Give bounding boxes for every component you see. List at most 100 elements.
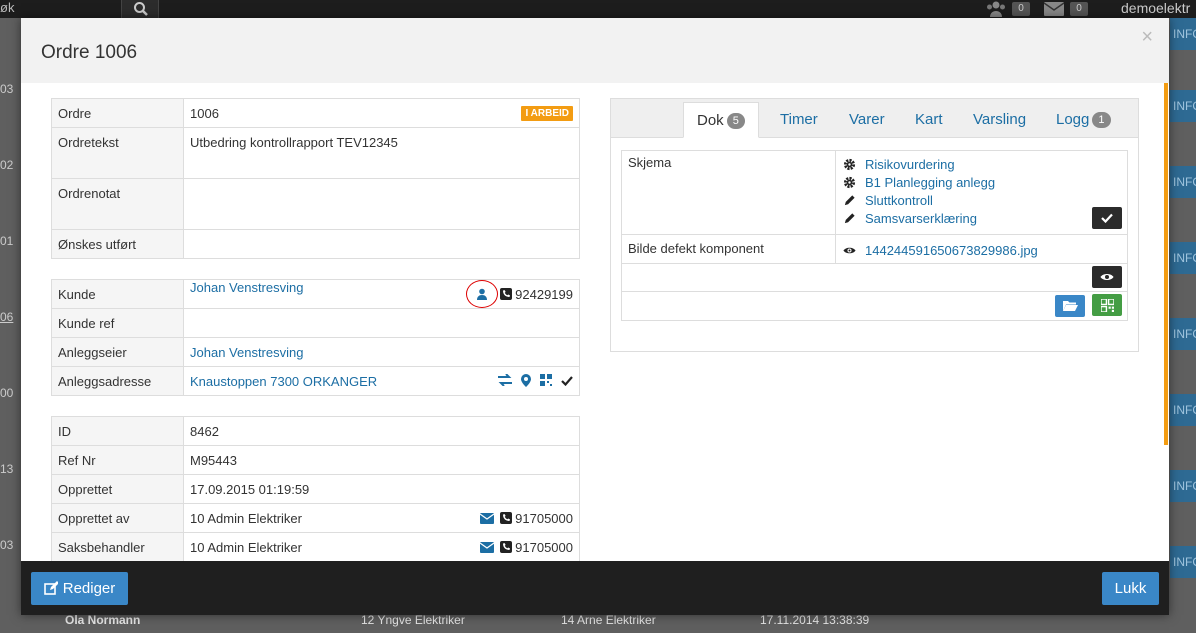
doc-category-label: Skjema bbox=[621, 150, 836, 235]
field-label: ID bbox=[51, 416, 184, 446]
created-by: 10 Admin Elektriker bbox=[190, 510, 302, 526]
phone-icon[interactable] bbox=[500, 512, 513, 524]
modal-title: Ordre 1006 bbox=[41, 42, 138, 63]
tab-bar: Dok 5 Timer Varer Kart Varsling Logg 1 bbox=[611, 99, 1138, 138]
info-button[interactable]: INFO bbox=[1170, 18, 1196, 50]
documents-table: Skjema Risikovurdering B1 Planlegging an… bbox=[621, 150, 1128, 321]
doc-category-label: Bilde defekt komponent bbox=[621, 234, 836, 264]
gear-icon bbox=[842, 157, 856, 171]
approve-button[interactable] bbox=[1092, 207, 1122, 229]
facility-owner-link[interactable]: Johan Venstresving bbox=[190, 345, 303, 360]
modal-scrollbar[interactable] bbox=[1164, 83, 1168, 445]
list-item[interactable]: Risikovurdering bbox=[842, 155, 1121, 173]
eye-icon bbox=[1100, 274, 1114, 280]
eye-icon bbox=[842, 243, 856, 257]
field-label: Anleggsadresse bbox=[51, 366, 184, 396]
field-label: Opprettet av bbox=[51, 503, 184, 533]
table-row: Skjema Risikovurdering B1 Planlegging an… bbox=[621, 150, 1128, 235]
field-label: Ordre bbox=[51, 98, 184, 128]
open-folder-button[interactable] bbox=[1055, 294, 1086, 317]
qrcode-button[interactable] bbox=[1092, 294, 1122, 316]
qrcode-icon[interactable] bbox=[540, 374, 552, 386]
schema-link[interactable]: Samsvarserklæring bbox=[865, 211, 977, 226]
row-number: 02 bbox=[0, 158, 14, 172]
pencil-icon bbox=[842, 193, 856, 207]
check-icon[interactable] bbox=[561, 375, 573, 386]
gear-icon bbox=[842, 175, 856, 189]
field-label: Anleggseier bbox=[51, 337, 184, 367]
order-modal: Ordre 1006 × Ordre 1006 I ARBEID Ordrete… bbox=[21, 18, 1169, 615]
schema-link[interactable]: Risikovurdering bbox=[865, 157, 955, 172]
info-button[interactable]: INFO bbox=[1170, 90, 1196, 122]
search-input-tail[interactable]: øk bbox=[0, 0, 14, 15]
field-label: Kunde bbox=[51, 279, 184, 309]
exchange-icon[interactable] bbox=[498, 374, 512, 386]
phone-icon[interactable] bbox=[500, 541, 513, 553]
table-row: Anleggsadresse Knaustoppen 7300 ORKANGER bbox=[51, 366, 580, 396]
field-label: Ordrenotat bbox=[51, 178, 184, 230]
info-button[interactable]: INFO bbox=[1170, 318, 1196, 350]
facility-address-link[interactable]: Knaustoppen 7300 ORKANGER bbox=[190, 374, 377, 389]
tab-timer[interactable]: Timer bbox=[767, 102, 831, 138]
list-item[interactable]: Sluttkontroll bbox=[842, 191, 1121, 209]
user-icon bbox=[477, 288, 488, 300]
close-icon[interactable]: × bbox=[1141, 27, 1153, 47]
table-row: Ønskes utført bbox=[51, 229, 580, 259]
customer-link[interactable]: Johan Venstresving bbox=[190, 280, 303, 295]
phone-icon[interactable] bbox=[500, 288, 513, 300]
edit-icon bbox=[43, 581, 59, 595]
customer-table: Kunde Johan Venstresving 92429199 Kunde … bbox=[51, 279, 580, 396]
order-note bbox=[183, 178, 580, 230]
search-button[interactable] bbox=[121, 0, 159, 18]
order-number: 1006 bbox=[190, 105, 219, 121]
tab-varer[interactable]: Varer bbox=[836, 102, 898, 138]
envelope-icon[interactable] bbox=[480, 512, 495, 524]
info-button[interactable]: INFO bbox=[1170, 394, 1196, 426]
table-row: Ref Nr M95443 bbox=[51, 445, 580, 475]
table-row: Kunde ref bbox=[51, 308, 580, 338]
row-number[interactable]: 06 bbox=[0, 310, 13, 324]
bg-row-date: 17.11.2014 13:38:39 bbox=[760, 613, 870, 627]
schema-link[interactable]: B1 Planlegging anlegg bbox=[865, 175, 995, 190]
customer-ref bbox=[183, 308, 580, 338]
close-button[interactable]: Lukk bbox=[1102, 572, 1159, 605]
map-marker-icon[interactable] bbox=[521, 373, 531, 387]
mail-icon[interactable] bbox=[1044, 2, 1064, 16]
desired-date bbox=[183, 229, 580, 259]
app-topbar: øk 0 0 demoelektr bbox=[0, 0, 1196, 18]
edit-button[interactable]: Rediger bbox=[31, 572, 128, 605]
info-button[interactable]: INFO bbox=[1170, 242, 1196, 274]
view-button[interactable] bbox=[1092, 266, 1122, 288]
modal-body: Ordre 1006 I ARBEID Ordretekst Utbedring… bbox=[21, 83, 1161, 561]
customer-contact-highlight[interactable] bbox=[466, 280, 499, 308]
created-date: 17.09.2015 01:19:59 bbox=[183, 474, 580, 504]
list-item[interactable]: 1442445916506738299‌86.jpg bbox=[842, 241, 1121, 259]
schema-link[interactable]: Sluttkontroll bbox=[865, 193, 933, 208]
search-icon bbox=[134, 2, 148, 16]
tab-dok[interactable]: Dok 5 bbox=[683, 102, 759, 138]
list-item[interactable]: Samsvarserklæring bbox=[842, 209, 1121, 227]
info-button[interactable]: INFO bbox=[1170, 166, 1196, 198]
tab-varsling[interactable]: Varsling bbox=[960, 102, 1039, 138]
list-item[interactable]: B1 Planlegging anlegg bbox=[842, 173, 1121, 191]
table-row: Saksbehandler 10 Admin Elektriker 917050… bbox=[51, 532, 580, 561]
people-count-badge: 0 bbox=[1012, 2, 1030, 16]
user-menu[interactable]: demoelektr bbox=[1121, 0, 1190, 16]
case-handler: 10 Admin Elektriker bbox=[190, 539, 302, 555]
tab-kart[interactable]: Kart bbox=[902, 102, 956, 138]
tab-logg[interactable]: Logg 1 bbox=[1043, 102, 1124, 138]
row-number: 03 bbox=[0, 538, 14, 552]
order-table: Ordre 1006 I ARBEID Ordretekst Utbedring… bbox=[51, 98, 580, 259]
table-row: Ordre 1006 I ARBEID bbox=[51, 98, 580, 128]
table-row: Ordretekst Utbedring kontrollrapport TEV… bbox=[51, 127, 580, 179]
people-icon[interactable] bbox=[985, 0, 1007, 18]
order-id: 8462 bbox=[183, 416, 580, 446]
row-number: 00 bbox=[0, 386, 14, 400]
count-badge: 5 bbox=[726, 113, 745, 130]
mail-count-badge: 0 bbox=[1070, 2, 1088, 16]
envelope-icon[interactable] bbox=[480, 541, 495, 553]
info-button[interactable]: INFO bbox=[1170, 546, 1196, 578]
info-button[interactable]: INFO bbox=[1170, 470, 1196, 502]
image-file-link[interactable]: 1442445916506738299‌86.jpg bbox=[865, 243, 1038, 258]
count-badge: 1 bbox=[1092, 112, 1111, 129]
